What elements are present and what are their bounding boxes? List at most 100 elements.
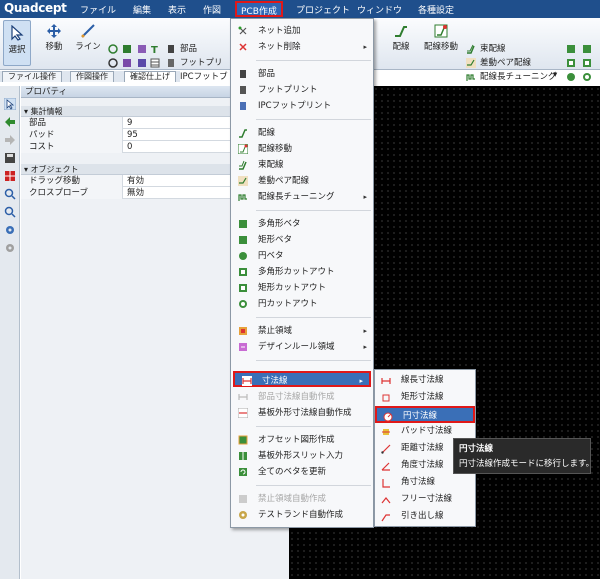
- tab-file-ops[interactable]: ファイル操作: [2, 71, 62, 82]
- square-draw-icon[interactable]: [122, 44, 132, 54]
- menu-item-part[interactable]: 部品: [231, 66, 373, 82]
- text-icon[interactable]: T: [150, 44, 160, 54]
- cutout-circle-icon[interactable]: [582, 72, 592, 82]
- zoom-in-icon[interactable]: [4, 188, 16, 200]
- pointer-icon[interactable]: [4, 98, 16, 110]
- menu-view[interactable]: 表示: [168, 3, 186, 16]
- cutout-rect-icon[interactable]: [582, 58, 592, 68]
- menu-pcb[interactable]: PCB作成: [235, 1, 283, 17]
- fill-circle-icon[interactable]: [566, 72, 576, 82]
- move-button[interactable]: 移動: [40, 24, 68, 52]
- property-value: 95: [127, 130, 138, 140]
- menu-item-label: 束配線: [258, 160, 284, 170]
- tab-draw-ops[interactable]: 作図操作: [70, 71, 114, 82]
- submenu-item-linear-dimension[interactable]: 線長寸法線: [375, 372, 475, 389]
- ribbon-footprint[interactable]: フットプリ: [180, 56, 223, 68]
- line-button[interactable]: ライン: [74, 24, 102, 52]
- menu-item-bundle-route[interactable]: 束配線: [231, 157, 373, 173]
- polygon-icon[interactable]: [137, 44, 147, 54]
- back-arrow-icon[interactable]: [4, 116, 16, 128]
- menu-item-offset-shape[interactable]: オフセット図形作成: [231, 432, 373, 448]
- fill-polygon-icon[interactable]: [566, 44, 576, 54]
- tab-finish[interactable]: 確認仕上げ: [124, 71, 176, 82]
- menu-item-ipc-footprint[interactable]: IPCフットプリント: [231, 98, 373, 114]
- settings-gray-icon[interactable]: [4, 242, 16, 254]
- submenu-item-circle-dimension[interactable]: 円寸法線: [375, 406, 475, 423]
- submenu-item-label: 引き出し線: [401, 511, 444, 521]
- menu-item-net-add[interactable]: ネット追加: [231, 23, 373, 39]
- menu-item-route[interactable]: 配線: [231, 125, 373, 141]
- tooltip-text: 円寸法線作成モードに移行します。: [459, 459, 595, 469]
- ribbon-diff-pair[interactable]: 差動ペア配線: [480, 56, 531, 68]
- rect-cutout-icon: [239, 284, 247, 292]
- zoom-out-icon[interactable]: [4, 206, 16, 218]
- save-icon[interactable]: [4, 152, 16, 164]
- chevron-down-icon[interactable]: ▾: [553, 70, 557, 80]
- line-icon: [81, 24, 95, 38]
- ipc-footprint-icon: [240, 102, 246, 110]
- menu-item-rect-fill[interactable]: 矩形ベタ: [231, 232, 373, 248]
- submenu-item-rect-dimension[interactable]: 矩形寸法線: [375, 389, 475, 406]
- menu-draw[interactable]: 作図: [203, 3, 221, 16]
- submenu-item-corner-dimension[interactable]: 角寸法線: [375, 474, 475, 491]
- submenu-item-label: 距離寸法線: [401, 443, 444, 453]
- menu-item-label: ネット削除: [258, 42, 301, 52]
- forward-arrow-icon[interactable]: [4, 134, 16, 146]
- route-button[interactable]: 配線: [386, 24, 416, 52]
- menu-item-net-delete[interactable]: ネット削除 ▸: [231, 39, 373, 55]
- submenu-item-leader-line[interactable]: 引き出し線: [375, 508, 475, 525]
- ribbon-ipc-footprint[interactable]: IPCフットブ: [180, 70, 228, 82]
- menu-item-keepout[interactable]: 禁止領域 ▸: [231, 323, 373, 339]
- menu-item-circle-cutout[interactable]: 円カットアウト: [231, 296, 373, 312]
- menu-item-label: 配線: [258, 128, 276, 138]
- menu-project[interactable]: プロジェクト: [296, 3, 350, 16]
- menu-item-label: 多角形ベタ: [258, 219, 301, 229]
- menu-item-footprint[interactable]: フットプリント: [231, 82, 373, 98]
- menu-item-diff-pair[interactable]: 差動ペア配線: [231, 173, 373, 189]
- table-icon[interactable]: [150, 58, 160, 68]
- circle-draw-icon[interactable]: [108, 44, 118, 54]
- menu-settings[interactable]: 各種設定: [418, 3, 454, 16]
- menu-item-polygon-fill[interactable]: 多角形ベタ: [231, 216, 373, 232]
- submenu-arrow-icon: ▸: [359, 377, 363, 385]
- menu-item-board-outline-dimension[interactable]: 基板外形寸法線自動作成: [231, 405, 373, 421]
- property-key: ドラッグ移動: [21, 175, 123, 187]
- ribbon-part[interactable]: 部品: [180, 42, 197, 54]
- menu-item-polygon-cutout[interactable]: 多角形カットアウト: [231, 264, 373, 280]
- menu-item-design-rule-area[interactable]: デザインルール領域 ▸: [231, 339, 373, 355]
- menu-item-rect-cutout[interactable]: 矩形カットアウト: [231, 280, 373, 296]
- menu-item-route-move[interactable]: 配線移動: [231, 141, 373, 157]
- rect-fill-small-icon[interactable]: [137, 58, 147, 68]
- diff-pair-icon: [466, 58, 476, 68]
- corner-dimension-icon: [382, 479, 390, 488]
- menu-window[interactable]: ウィンドウ: [357, 3, 402, 16]
- ribbon-length-tuning[interactable]: 配線長チューニング: [480, 70, 557, 82]
- select-button[interactable]: 選択: [3, 20, 31, 66]
- route-move-button[interactable]: 配線移動: [420, 24, 462, 52]
- ribbon-bundle-route[interactable]: 束配線: [480, 42, 506, 54]
- grid-icon[interactable]: [4, 170, 16, 182]
- arc-draw-icon[interactable]: [108, 58, 118, 68]
- menu-bar: Quadcept ファイル 編集 表示 作図 PCB作成 プロジェクト ウィンド…: [0, 0, 600, 18]
- cutout-polygon-icon[interactable]: [566, 58, 576, 68]
- menu-edit[interactable]: 編集: [133, 3, 151, 16]
- menu-item-label: 配線長チューニング: [258, 192, 335, 202]
- menu-item-length-tuning[interactable]: 配線長チューニング ▸: [231, 189, 373, 205]
- submenu-item-label: パッド寸法線: [401, 426, 453, 436]
- menu-item-board-slit[interactable]: 基板外形スリット入力: [231, 448, 373, 464]
- menu-file[interactable]: ファイル: [80, 3, 116, 16]
- property-key: クロスプローブ: [21, 187, 123, 199]
- menu-item-auto-part-dimension[interactable]: 部品寸法線自動作成: [231, 389, 373, 405]
- menu-item-auto-keepout[interactable]: 禁止領域自動作成: [231, 491, 373, 507]
- rect-fill-icon: [239, 236, 247, 244]
- menu-item-dimension[interactable]: 寸法線 ▸: [233, 371, 371, 387]
- shape-draw-icon[interactable]: [122, 58, 132, 68]
- fill-rect-icon[interactable]: [582, 44, 592, 54]
- menu-item-refresh-fills[interactable]: 全てのベタを更新: [231, 464, 373, 480]
- property-value: 無効: [127, 188, 145, 198]
- submenu-item-free-dimension[interactable]: フリー寸法線: [375, 491, 475, 508]
- auto-keepout-icon: [239, 495, 247, 503]
- menu-item-testland[interactable]: テストランド自動作成: [231, 507, 373, 523]
- gear-icon[interactable]: [4, 224, 16, 236]
- menu-item-circle-fill[interactable]: 円ベタ: [231, 248, 373, 264]
